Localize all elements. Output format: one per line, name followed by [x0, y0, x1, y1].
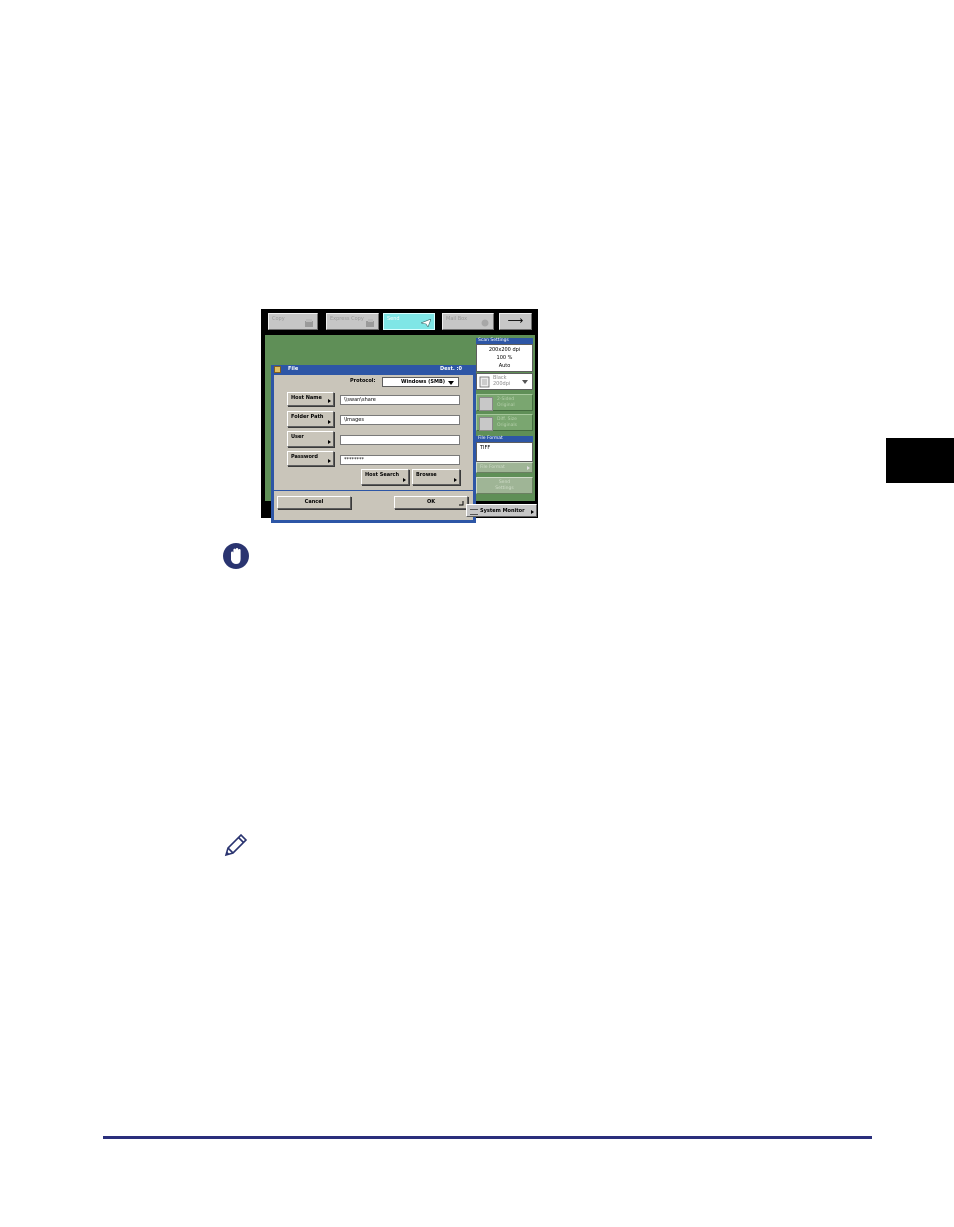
chevron-right-icon — [527, 466, 530, 470]
file-format-button[interactable]: File Format — [476, 462, 533, 473]
paper-plane-icon — [421, 319, 431, 327]
user-field[interactable] — [340, 435, 460, 445]
password-button[interactable]: Password — [287, 451, 334, 466]
send-settings-line2: Settings — [495, 486, 514, 491]
ok-button-label: OK — [426, 499, 436, 505]
tab-mail-box[interactable]: Mail Box — [442, 313, 494, 330]
stop-hand-icon — [223, 543, 249, 569]
diff-size-icon — [479, 417, 493, 431]
next-tabs-arrow-button[interactable]: ⟶ — [499, 313, 532, 330]
dialog-body: Protocol: Windows (SMB) Host Name \\swan… — [274, 375, 473, 520]
chevron-right-icon — [328, 440, 331, 444]
browse-button-label: Browse — [416, 472, 437, 478]
device-touch-screen: Copy Express Copy Send Mail Box ⟶ File D… — [261, 309, 538, 523]
host-name-field[interactable]: \\swan\share — [340, 395, 460, 405]
host-name-button-label: Host Name — [291, 395, 322, 401]
resolution-value: 200x200 dpi — [488, 347, 521, 353]
folder-path-button[interactable]: Folder Path — [287, 411, 334, 427]
mail-box-icon — [481, 319, 489, 327]
dialog-title-text: File — [288, 366, 299, 372]
express-copy-icon — [366, 319, 374, 327]
chevron-down-icon — [522, 380, 528, 384]
protocol-select-value: Windows (SMB) — [401, 379, 446, 385]
folder-path-button-label: Folder Path — [291, 414, 324, 420]
tab-send[interactable]: Send — [383, 313, 435, 330]
chapter-tab — [886, 438, 954, 483]
two-sided-original-button[interactable]: 2-Sided Original — [476, 394, 533, 411]
chevron-down-icon — [448, 381, 454, 385]
return-icon — [459, 501, 464, 506]
browse-button[interactable]: Browse — [412, 469, 460, 485]
tab-mail-box-label: Mail Box — [446, 316, 468, 322]
two-sided-icon — [479, 397, 493, 411]
workspace-area: File Dest. :0 Protocol: Windows (SMB) Ho… — [265, 335, 535, 523]
tab-send-label: Send — [387, 316, 400, 322]
user-button[interactable]: User — [287, 431, 334, 447]
document-icon — [479, 376, 490, 388]
chevron-right-icon — [328, 420, 331, 424]
color-mode-line2: 200dpi — [493, 381, 511, 387]
copy-icon — [305, 319, 313, 327]
chevron-right-icon — [328, 459, 331, 463]
tab-express-copy-label: Express Copy — [330, 316, 364, 322]
tab-copy-label: Copy — [272, 316, 285, 322]
chevron-right-icon — [328, 399, 331, 403]
destination-count: Dest. :0 — [439, 366, 462, 372]
protocol-select[interactable]: Windows (SMB) — [382, 377, 459, 387]
password-field[interactable]: ******** — [340, 455, 460, 465]
tab-express-copy[interactable]: Express Copy — [326, 313, 379, 330]
system-monitor-button[interactable]: System Monitor — [466, 504, 537, 517]
system-monitor-label: System Monitor — [480, 508, 525, 514]
password-button-label: Password — [291, 454, 318, 460]
diff-size-originals-button[interactable]: Diff. Size Originals — [476, 414, 533, 431]
zoom-value: 100 % — [496, 355, 513, 361]
host-search-button-label: Host Search — [365, 472, 400, 478]
chevron-right-icon — [531, 510, 534, 514]
color-mode-select[interactable]: Black 200dpi — [476, 373, 533, 390]
protocol-label: Protocol: — [350, 378, 376, 384]
chevron-right-icon — [454, 478, 457, 482]
chevron-right-icon — [403, 478, 406, 482]
ok-button[interactable]: OK — [394, 496, 468, 509]
arrow-right-icon: ⟶ — [507, 314, 524, 327]
footer-rule — [103, 1136, 872, 1139]
divider — [274, 490, 473, 491]
scan-settings-box[interactable]: 200x200 dpi 100 % Auto — [476, 344, 533, 372]
host-name-button[interactable]: Host Name — [287, 392, 334, 406]
pencil-icon — [224, 833, 248, 857]
cancel-button[interactable]: Cancel — [277, 496, 351, 509]
monitor-icon — [470, 509, 478, 515]
send-settings-button[interactable]: Send Settings — [476, 477, 533, 494]
file-icon — [274, 366, 281, 373]
density-value: Auto — [498, 363, 511, 369]
file-dialog: File Dest. :0 Protocol: Windows (SMB) Ho… — [271, 365, 476, 523]
file-format-value: TIFF — [476, 442, 533, 462]
tab-copy[interactable]: Copy — [268, 313, 318, 330]
host-search-button[interactable]: Host Search — [361, 469, 409, 485]
diff-size-line2: Originals — [497, 423, 517, 428]
two-sided-line2: Original — [497, 403, 515, 408]
user-button-label: User — [291, 434, 304, 440]
file-format-button-label: File Format — [480, 465, 505, 470]
folder-path-field[interactable]: \Images — [340, 415, 460, 425]
